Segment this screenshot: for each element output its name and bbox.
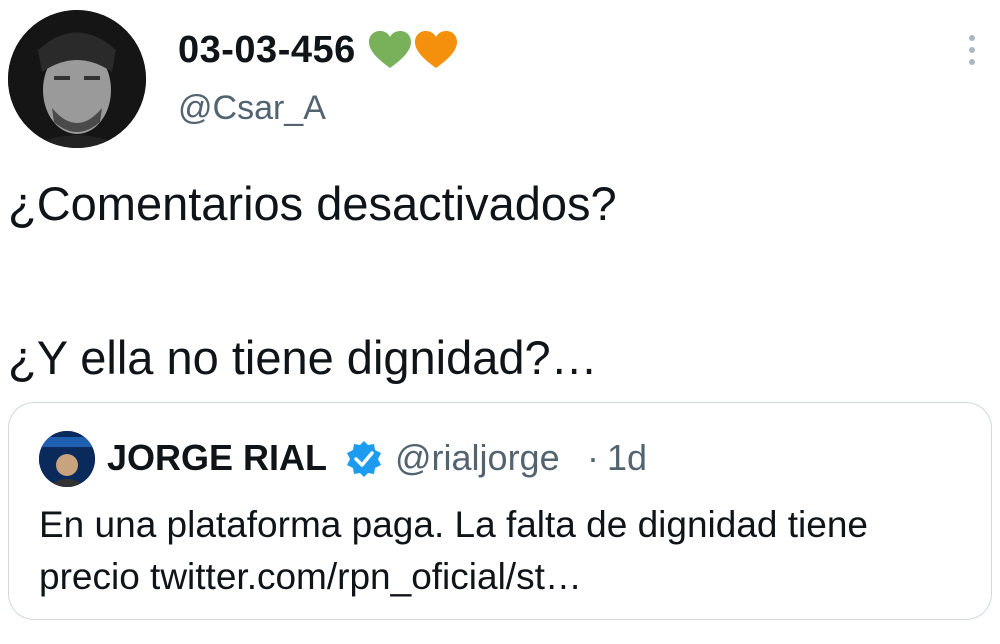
quoted-tweet-card[interactable]: JORGE RIAL @rialjorge · 1d En una plataf… [8, 402, 992, 620]
tweet-text-line-1: ¿Comentarios desactivados? [8, 177, 617, 230]
quoted-text-line-2: precio twitter.com/rpn_oficial/st… [39, 556, 582, 597]
tweet[interactable]: 03-03-456 @Csar_A ¿Comentarios desactiva… [0, 0, 1000, 644]
author-avatar[interactable] [8, 10, 146, 148]
verified-badge-icon [347, 441, 381, 477]
author-handle[interactable]: @Csar_A [178, 88, 326, 128]
separator-dot: · [587, 437, 599, 478]
quoted-author-name[interactable]: JORGE RIAL [107, 436, 327, 480]
author-display-name[interactable]: 03-03-456 [178, 28, 458, 72]
tweet-text-line-2: ¿Y ella no tiene dignidad?… [8, 331, 598, 384]
quoted-text-line-1: En una plataforma paga. La falta de dign… [39, 504, 869, 545]
more-options-button[interactable] [955, 30, 989, 70]
quoted-author-avatar[interactable] [39, 431, 95, 487]
more-vertical-icon [969, 35, 975, 65]
quoted-author-handle[interactable]: @rialjorge [395, 436, 560, 480]
quoted-timestamp[interactable]: 1d [607, 436, 647, 480]
orange-heart-icon [414, 31, 457, 68]
green-heart-icon [368, 31, 411, 68]
heart-emojis [368, 30, 458, 70]
author-name-text: 03-03-456 [178, 29, 356, 71]
